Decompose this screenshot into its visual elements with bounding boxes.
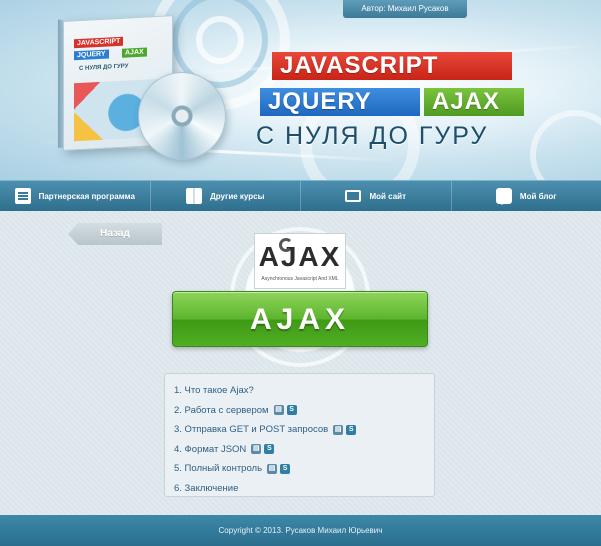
nav-item-other-courses[interactable]: Другие курсы	[151, 181, 301, 211]
monitor-icon	[345, 190, 362, 202]
box-label-subtitle: С НУЛЯ ДО ГУРУ	[79, 63, 129, 73]
lesson-title[interactable]: 5. Полный контроль	[174, 463, 262, 474]
lesson-title[interactable]: 4. Формат JSON	[174, 444, 246, 455]
source-badge[interactable]: S	[346, 424, 357, 435]
dvd-disc-image	[138, 72, 226, 160]
document-icon[interactable]: ▤	[251, 444, 262, 455]
nav-item-label: Партнерская программа	[38, 191, 135, 201]
lesson-item[interactable]: 6. Заключение	[174, 479, 434, 499]
footer: Copyright © 2013. Русаков Михаил Юрьевич	[0, 515, 601, 546]
back-button[interactable]: Назад	[68, 223, 162, 245]
ajax-section-button[interactable]: AJAX	[172, 291, 428, 347]
chat-icon	[495, 188, 512, 205]
lesson-item[interactable]: 2. Работа с сервером ▤ S	[174, 401, 434, 421]
lesson-item[interactable]: 3. Отправка GET и POST запросов ▤ S	[174, 420, 434, 440]
ajax-logo: AJAX Asynchronous Javascript And XML	[254, 233, 346, 289]
document-icon[interactable]: ▤	[273, 405, 284, 416]
author-tab: Автор: Михаил Русаков	[343, 0, 467, 18]
lesson-list: 1. Что такое Ajax? 2. Работа с сервером …	[164, 373, 435, 497]
nav-item-label: Мой блог	[519, 191, 557, 201]
main-nav: Партнерская программа Другие курсы Мой с…	[0, 180, 601, 211]
main-content: Назад AJAX Asynchronous Javascript And X…	[0, 211, 601, 515]
lesson-title[interactable]: 3. Отправка GET и POST запросов	[174, 424, 328, 435]
nav-item-my-blog[interactable]: Мой блог	[452, 181, 601, 211]
document-icon[interactable]: ▤	[267, 463, 278, 474]
copyright-text: Copyright © 2013. Русаков Михаил Юрьевич	[218, 526, 383, 535]
lesson-title[interactable]: 1. Что такое Ajax?	[174, 385, 254, 396]
title-subtitle: С НУЛЯ ДО ГУРУ	[256, 122, 489, 150]
title-jquery: JQUERY	[260, 88, 420, 116]
source-badge[interactable]: S	[286, 405, 297, 416]
title-javascript: JAVASCRIPT	[272, 52, 512, 80]
ajax-logo-text: AJAX	[258, 241, 342, 272]
nav-item-my-site[interactable]: Мой сайт	[301, 181, 452, 211]
ajax-logo-caption: Asynchronous Javascript And XML	[261, 276, 339, 282]
lesson-title[interactable]: 2. Работа с сервером	[174, 405, 269, 416]
lesson-item[interactable]: 5. Полный контроль ▤ S	[174, 459, 434, 479]
source-badge[interactable]: S	[264, 444, 275, 455]
header-banner: Автор: Михаил Русаков JAVASCRIPT JQUERY …	[0, 0, 601, 180]
lesson-item[interactable]: 4. Формат JSON ▤ S	[174, 440, 434, 460]
box-label-jquery: JQUERY	[74, 49, 109, 61]
title-ajax: AJAX	[424, 88, 524, 116]
book-icon	[186, 188, 203, 204]
nav-item-label: Мой сайт	[369, 191, 407, 201]
lesson-item[interactable]: 1. Что такое Ajax?	[174, 381, 434, 401]
box-label-javascript: JAVASCRIPT	[74, 36, 124, 49]
document-icon	[14, 188, 31, 204]
decor-ring	[196, 16, 244, 64]
nav-item-label: Другие курсы	[210, 191, 265, 201]
lesson-title[interactable]: 6. Заключение	[174, 483, 238, 494]
source-badge[interactable]: S	[280, 463, 291, 474]
nav-item-partner[interactable]: Партнерская программа	[0, 181, 151, 211]
document-icon[interactable]: ▤	[333, 424, 344, 435]
box-label-ajax: AJAX	[122, 47, 147, 58]
refresh-arrow-icon	[279, 238, 293, 252]
decor-ring	[530, 110, 601, 180]
